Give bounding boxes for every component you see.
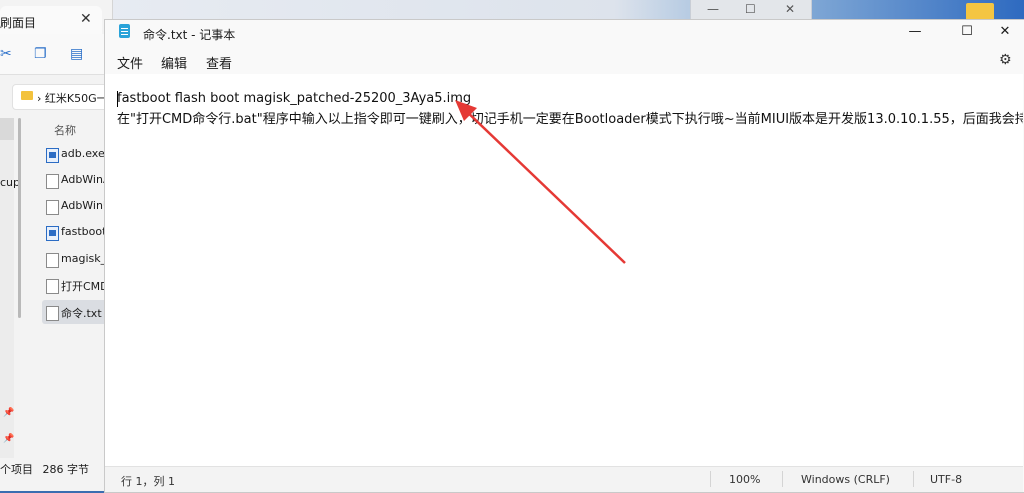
explorer-tab[interactable]: 刷面目 ✕: [0, 6, 102, 34]
file-icon: [46, 306, 59, 321]
line-ending[interactable]: Windows (CRLF): [801, 473, 890, 486]
file-name: 命令.txt: [61, 307, 102, 320]
file-list-item[interactable]: adb.exe: [42, 142, 112, 166]
cut-icon[interactable]: ✂: [0, 46, 12, 62]
notepad-window: 命令.txt - 记事本 — ☐ ✕ 文件 编辑 查看 ⚙ fastboot f…: [104, 19, 1024, 493]
navigation-pane: [0, 118, 14, 458]
breadcrumb[interactable]: › 红米K50G一: [37, 90, 108, 106]
file-icon: [46, 174, 59, 189]
close-tab-icon[interactable]: ✕: [80, 11, 92, 27]
file-name: fastboot.: [61, 225, 110, 238]
file-name: 打开CMD: [61, 280, 109, 293]
bg-minimize-icon: —: [707, 2, 719, 16]
address-bar[interactable]: › 红米K50G一: [12, 84, 110, 110]
pin-icon: 📌: [3, 408, 15, 418]
file-list-item[interactable]: AdbWinU: [42, 194, 112, 218]
cursor-position: 行 1，列 1: [121, 475, 175, 488]
copy-icon[interactable]: ❐: [34, 46, 47, 62]
folder-icon: [21, 91, 33, 100]
navigation-selected-item[interactable]: [0, 118, 14, 140]
file-list-item[interactable]: magisk_p: [42, 247, 113, 271]
explorer-tab-title: 刷面目: [0, 16, 37, 30]
file-icon: [46, 253, 59, 268]
notepad-app-icon: [119, 24, 130, 38]
file-list-item[interactable]: fastboot.: [42, 220, 112, 244]
pin-icon: 📌: [3, 434, 15, 444]
status-divider: [710, 471, 711, 487]
file-icon: [46, 279, 59, 294]
file-name: adb.exe: [61, 147, 105, 160]
exe-icon: [46, 226, 59, 241]
breadcrumb-separator-icon: ›: [37, 92, 42, 105]
menu-bar: 文件 编辑 查看: [105, 48, 1024, 76]
title-bar[interactable]: 命令.txt - 记事本 — ☐ ✕: [105, 20, 1024, 44]
file-explorer-window: 刷面目 ✕ ✂ ❐ ▤ › 红米K50G一 cup 📌 📌 名称 adb.exe…: [0, 0, 113, 491]
close-button[interactable]: ✕: [983, 20, 1024, 44]
gear-icon[interactable]: ⚙: [999, 52, 1012, 68]
menu-view[interactable]: 查看: [206, 53, 232, 72]
file-list-item[interactable]: AdbWinA: [42, 168, 112, 192]
minimize-button[interactable]: —: [893, 20, 937, 44]
annotation-arrow: [455, 100, 626, 264]
text-editor[interactable]: fastboot flash boot magisk_patched-25200…: [105, 74, 1023, 466]
exe-icon: [46, 148, 59, 163]
menu-edit[interactable]: 编辑: [161, 53, 187, 72]
file-list-item-selected[interactable]: 命令.txt: [42, 300, 112, 324]
background-window-controls: — ☐ ✕: [690, 0, 812, 21]
item-count: 个项目: [0, 463, 33, 476]
breadcrumb-folder[interactable]: 红米K50G一: [45, 92, 108, 105]
file-icon: [46, 200, 59, 215]
status-bar: 行 1，列 1 100% Windows (CRLF) UTF-8: [105, 466, 1023, 492]
status-divider: [913, 471, 914, 487]
paste-icon[interactable]: ▤: [70, 46, 83, 62]
selection-size: 286 字节: [42, 463, 90, 476]
window-title: 命令.txt - 记事本: [143, 28, 236, 42]
column-header-name[interactable]: 名称: [54, 122, 76, 138]
status-divider: [782, 471, 783, 487]
navigation-item-label[interactable]: cup: [0, 176, 20, 189]
encoding[interactable]: UTF-8: [930, 473, 962, 486]
explorer-toolbar: ✂ ❐ ▤: [0, 34, 112, 75]
zoom-level[interactable]: 100%: [729, 473, 760, 486]
menu-file[interactable]: 文件: [117, 53, 143, 72]
bg-close-icon: ✕: [785, 2, 796, 16]
explorer-status-bar: 个项目 286 字节: [0, 461, 89, 477]
bg-maximize-icon: ☐: [745, 2, 756, 16]
scrollbar[interactable]: [18, 118, 21, 318]
file-list-item[interactable]: 打开CMD: [42, 273, 112, 297]
